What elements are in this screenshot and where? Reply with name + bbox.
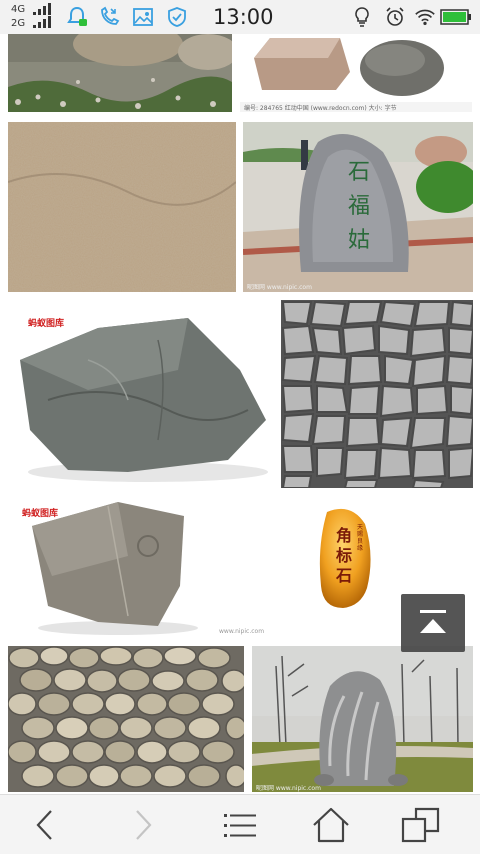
home-icon: [313, 807, 349, 843]
gallery-icon: [133, 8, 153, 26]
image-watermark: www.nipic.com: [219, 628, 265, 635]
back-button[interactable]: [22, 803, 68, 847]
wifi-icon: [415, 9, 435, 26]
lightbulb-icon: [355, 7, 369, 27]
image-result-two-stones[interactable]: 编号: 284765 红动中国 (www.redocn.com) 大小: 字节: [240, 34, 472, 112]
back-to-top-button[interactable]: [401, 594, 465, 652]
amber-stone-side-text: 天赐良缘: [357, 524, 364, 552]
image-result-engraved-monument[interactable]: 石福姑 昵图网 www.nipic.com: [243, 122, 473, 292]
amber-stone-carving: 角标石: [335, 526, 352, 585]
browser-nav-bar: [0, 794, 480, 854]
monument-carving: 石福姑: [347, 160, 370, 253]
forward-button[interactable]: [120, 803, 166, 847]
image-result-garden-rocks[interactable]: [8, 34, 232, 112]
image-result-grey-rock-fossil[interactable]: 蚂蚁图库: [8, 300, 272, 490]
alarm-clock-icon: [386, 7, 404, 26]
image-result-cobblestone-wall[interactable]: [8, 646, 244, 792]
rough-stone-texture-photo: [8, 122, 236, 292]
image-watermark: 编号: 284765 红动中国 (www.redocn.com) 大小: 字节: [244, 105, 397, 112]
qq-notification-icon: [67, 6, 87, 26]
image-result-park-stone[interactable]: 昵图网 www.nipic.com: [252, 646, 473, 792]
network-type-bottom: 2G: [11, 18, 26, 29]
menu-button[interactable]: [216, 803, 262, 847]
stone-mosaic-photo: [281, 300, 473, 488]
garden-rocks-photo: [8, 34, 232, 112]
status-clock: 13:00: [213, 5, 274, 29]
battery-icon: [440, 9, 471, 25]
chevron-right-icon: [136, 810, 152, 840]
image-logo: 蚂蚁图库: [28, 319, 65, 329]
image-result-rough-stone-texture[interactable]: [8, 122, 236, 292]
park-stone-photo: [252, 646, 473, 792]
cobblestone-wall-photo: [8, 646, 244, 792]
image-result-granite-chunk[interactable]: 蚂蚁图库: [8, 496, 208, 638]
network-type-top: 4G: [11, 4, 26, 15]
image-result-stone-mosaic[interactable]: [281, 300, 473, 488]
home-button[interactable]: [308, 803, 354, 847]
image-watermark: 昵图网 www.nipic.com: [247, 284, 312, 291]
status-bar: 4G 2G 13:00: [0, 0, 480, 34]
back-to-top-icon: [420, 610, 446, 633]
tabs-button[interactable]: [398, 803, 444, 847]
two-stones-photo: [240, 34, 472, 112]
security-shield-icon: [168, 7, 186, 27]
menu-icon: [224, 814, 256, 837]
image-results-grid: 编号: 284765 红动中国 (www.redocn.com) 大小: 字节: [0, 34, 480, 794]
signal-bars-icon: [33, 3, 51, 28]
chevron-left-icon: [36, 810, 52, 840]
tabs-icon: [401, 807, 440, 843]
image-watermark: 昵图网 www.nipic.com: [256, 785, 321, 792]
image-logo: 蚂蚁图库: [22, 509, 59, 519]
missed-call-icon: [101, 6, 120, 25]
screen: 4G 2G 13:00 编号: 284765 红动中国 (www.redocn.…: [0, 0, 480, 854]
